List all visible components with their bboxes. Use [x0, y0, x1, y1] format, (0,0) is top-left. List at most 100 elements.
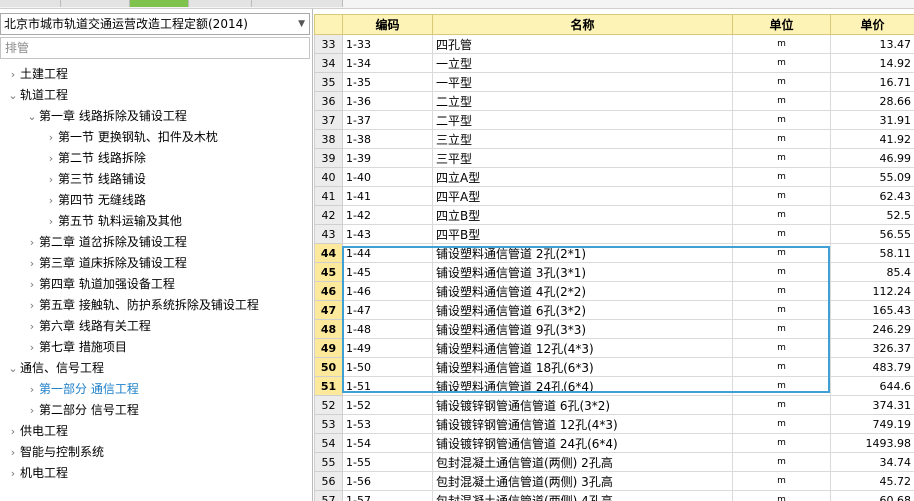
chevron-down-icon[interactable]: ▼ — [298, 14, 305, 34]
code-cell[interactable]: 1-44 — [342, 243, 433, 263]
name-column-header[interactable]: 名称 — [432, 14, 733, 35]
name-cell[interactable]: 铺设塑料通信管道 12孔(4*3) — [432, 338, 733, 358]
tree-node[interactable]: › 第二部分 信号工程 — [25, 400, 139, 421]
table-row[interactable]: 55 1-55 包封混凝土通信管道(两侧) 2孔高 m 34.74 — [314, 452, 914, 472]
code-cell[interactable]: 1-34 — [342, 53, 433, 73]
table-row[interactable]: 39 1-39 三平型 m 46.99 — [314, 148, 914, 168]
code-cell[interactable]: 1-56 — [342, 471, 433, 491]
row-number[interactable]: 36 — [314, 91, 343, 111]
unit-cell[interactable]: m — [732, 338, 831, 358]
table-row[interactable]: 45 1-45 铺设塑料通信管道 3孔(3*1) m 85.4 — [314, 262, 914, 282]
chevron-right-icon[interactable]: › — [25, 337, 39, 358]
unit-cell[interactable]: m — [732, 129, 831, 149]
chevron-right-icon[interactable]: › — [6, 421, 20, 442]
unit-cell[interactable]: m — [732, 148, 831, 168]
code-cell[interactable]: 1-35 — [342, 72, 433, 92]
chevron-right-icon[interactable]: › — [44, 127, 58, 148]
code-cell[interactable]: 1-57 — [342, 490, 433, 501]
table-row[interactable]: 38 1-38 三立型 m 41.92 — [314, 129, 914, 149]
unit-cell[interactable]: m — [732, 357, 831, 377]
table-row[interactable]: 36 1-36 二立型 m 28.66 — [314, 91, 914, 111]
unit-cell[interactable]: m — [732, 433, 831, 453]
code-cell[interactable]: 1-42 — [342, 205, 433, 225]
tree-node[interactable]: › 第五章 接触轨、防护系统拆除及铺设工程 — [25, 295, 259, 316]
unit-cell[interactable]: m — [732, 319, 831, 339]
unit-cell[interactable]: m — [732, 167, 831, 187]
price-cell[interactable]: 1493.98 — [830, 433, 914, 453]
chevron-right-icon[interactable]: › — [44, 211, 58, 232]
code-cell[interactable]: 1-43 — [342, 224, 433, 244]
code-cell[interactable]: 1-41 — [342, 186, 433, 206]
chevron-right-icon[interactable]: › — [25, 316, 39, 337]
code-cell[interactable]: 1-39 — [342, 148, 433, 168]
name-cell[interactable]: 三平型 — [432, 148, 733, 168]
name-cell[interactable]: 二立型 — [432, 91, 733, 111]
table-row[interactable]: 46 1-46 铺设塑料通信管道 4孔(2*2) m 112.24 — [314, 281, 914, 301]
tree-node[interactable]: › 第四节 无缝线路 — [44, 190, 146, 211]
chevron-right-icon[interactable]: › — [6, 442, 20, 463]
tree-node[interactable]: › 第二节 线路拆除 — [44, 148, 146, 169]
name-cell[interactable]: 铺设塑料通信管道 9孔(3*3) — [432, 319, 733, 339]
row-number[interactable]: 45 — [314, 262, 343, 282]
price-cell[interactable]: 60.68 — [830, 490, 914, 501]
name-cell[interactable]: 铺设塑料通信管道 4孔(2*2) — [432, 281, 733, 301]
chevron-right-icon[interactable]: › — [25, 274, 39, 295]
row-number[interactable]: 48 — [314, 319, 343, 339]
search-input[interactable]: 排管 — [0, 37, 310, 59]
table-row[interactable]: 57 1-57 包封混凝土通信管道(两侧) 4孔高 m 60.68 — [314, 490, 914, 501]
unit-cell[interactable]: m — [732, 376, 831, 396]
price-cell[interactable]: 34.74 — [830, 452, 914, 472]
unit-cell[interactable]: m — [732, 490, 831, 501]
tree-node[interactable]: › 土建工程 — [6, 64, 68, 85]
code-cell[interactable]: 1-50 — [342, 357, 433, 377]
price-cell[interactable]: 56.55 — [830, 224, 914, 244]
code-column-header[interactable]: 编码 — [342, 14, 433, 35]
name-cell[interactable]: 二平型 — [432, 110, 733, 130]
unit-cell[interactable]: m — [732, 300, 831, 320]
tree-node[interactable]: › 第三节 线路铺设 — [44, 169, 146, 190]
name-cell[interactable]: 铺设镀锌钢管通信管道 12孔(4*3) — [432, 414, 733, 434]
price-cell[interactable]: 62.43 — [830, 186, 914, 206]
price-cell[interactable]: 165.43 — [830, 300, 914, 320]
price-cell[interactable]: 246.29 — [830, 319, 914, 339]
unit-cell[interactable]: m — [732, 262, 831, 282]
row-number[interactable]: 54 — [314, 433, 343, 453]
name-cell[interactable]: 四平B型 — [432, 224, 733, 244]
table-row[interactable]: 53 1-53 铺设镀锌钢管通信管道 12孔(4*3) m 749.19 — [314, 414, 914, 434]
table-row[interactable]: 54 1-54 铺设镀锌钢管通信管道 24孔(6*4) m 1493.98 — [314, 433, 914, 453]
price-cell[interactable]: 374.31 — [830, 395, 914, 415]
row-number[interactable]: 49 — [314, 338, 343, 358]
unit-cell[interactable]: m — [732, 395, 831, 415]
row-number[interactable]: 43 — [314, 224, 343, 244]
table-row[interactable]: 51 1-51 铺设塑料通信管道 24孔(6*4) m 644.6 — [314, 376, 914, 396]
table-row[interactable]: 50 1-50 铺设塑料通信管道 18孔(6*3) m 483.79 — [314, 357, 914, 377]
row-number[interactable]: 46 — [314, 281, 343, 301]
tree-node[interactable]: › 第一部分 通信工程 — [25, 379, 139, 400]
row-number[interactable]: 41 — [314, 186, 343, 206]
table-row[interactable]: 41 1-41 四平A型 m 62.43 — [314, 186, 914, 206]
chevron-down-icon[interactable]: ⌄ — [6, 85, 20, 106]
name-cell[interactable]: 四孔管 — [432, 34, 733, 54]
tree-node[interactable]: › 第六章 线路有关工程 — [25, 316, 151, 337]
name-cell[interactable]: 四立A型 — [432, 167, 733, 187]
quota-library-select[interactable]: 北京市城市轨道交通运营改造工程定额(2014) ▼ — [0, 13, 310, 35]
price-column-header[interactable]: 单价 — [830, 14, 914, 35]
chevron-right-icon[interactable]: › — [6, 463, 20, 484]
chevron-right-icon[interactable]: › — [25, 232, 39, 253]
chevron-right-icon[interactable]: › — [25, 295, 39, 316]
unit-cell[interactable]: m — [732, 452, 831, 472]
row-number[interactable]: 56 — [314, 471, 343, 491]
code-cell[interactable]: 1-53 — [342, 414, 433, 434]
top-tab[interactable] — [252, 0, 343, 7]
name-cell[interactable]: 铺设镀锌钢管通信管道 6孔(3*2) — [432, 395, 733, 415]
tree-node[interactable]: › 第七章 措施项目 — [25, 337, 127, 358]
unit-cell[interactable]: m — [732, 205, 831, 225]
price-cell[interactable]: 14.92 — [830, 53, 914, 73]
table-row[interactable]: 35 1-35 一平型 m 16.71 — [314, 72, 914, 92]
price-cell[interactable]: 31.91 — [830, 110, 914, 130]
chevron-right-icon[interactable]: › — [6, 64, 20, 85]
top-tab[interactable] — [189, 0, 252, 7]
code-cell[interactable]: 1-51 — [342, 376, 433, 396]
name-cell[interactable]: 一立型 — [432, 53, 733, 73]
name-cell[interactable]: 一平型 — [432, 72, 733, 92]
